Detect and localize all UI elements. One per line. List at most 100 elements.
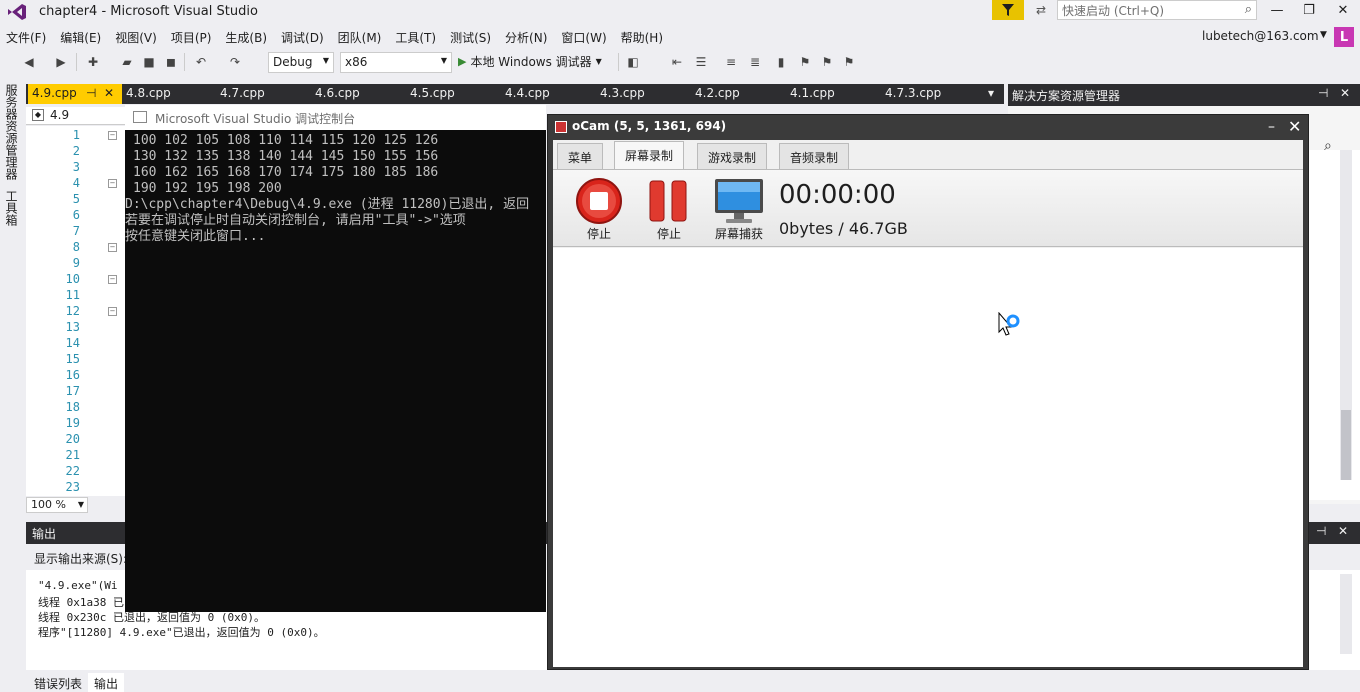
indent-icon[interactable]: ≡	[722, 53, 740, 71]
forward-icon[interactable]: ▶	[52, 53, 70, 71]
new-project-icon[interactable]: ✚	[84, 53, 102, 71]
browser-link-icon[interactable]: ◧	[624, 53, 642, 71]
menu-team[interactable]: 团队(M)	[332, 26, 388, 48]
start-debugging-button[interactable]: ▶ 本地 Windows 调试器 ▼	[458, 53, 602, 70]
step-over-icon[interactable]: ☰	[692, 53, 710, 71]
menu-debug[interactable]: 调试(D)	[275, 26, 330, 48]
open-folder-icon[interactable]: ▰	[118, 53, 136, 71]
minimize-button[interactable]: —	[1260, 0, 1294, 20]
ocam-tab-screen-record[interactable]: 屏幕录制	[614, 141, 685, 170]
outdent-icon[interactable]: ≣	[746, 53, 764, 71]
save-icon[interactable]: ■	[140, 53, 158, 71]
close-icon[interactable]: ✕	[104, 86, 114, 100]
screen-capture-icon[interactable]	[714, 178, 764, 227]
quick-launch-input[interactable]: 快速启动 (Ctrl+Q) ⌕	[1057, 0, 1257, 20]
undo-icon[interactable]: ↶	[192, 53, 210, 71]
tab-4-5-cpp[interactable]: 4.5.cpp	[406, 84, 459, 104]
console-window-icon	[133, 111, 147, 123]
save-all-icon[interactable]: ◼	[162, 53, 180, 71]
zoom-select[interactable]: 100 % ▼	[26, 497, 88, 513]
menu-test[interactable]: 测试(S)	[444, 26, 497, 48]
collapse-icon[interactable]: −	[108, 131, 117, 140]
output-scrollbar[interactable]	[1340, 574, 1352, 654]
next-bookmark-icon[interactable]: ⚑	[818, 53, 836, 71]
bookmark-icon[interactable]: ▮	[772, 53, 790, 71]
menu-help[interactable]: 帮助(H)	[615, 26, 669, 48]
line-number: 18	[65, 400, 80, 414]
close-button[interactable]: ✕	[1326, 0, 1360, 20]
ocam-title: oCam (5, 5, 1361, 694)	[572, 119, 727, 133]
tab-4-3-cpp[interactable]: 4.3.cpp	[596, 84, 649, 104]
search-icon: ⌕	[1244, 2, 1252, 17]
feedback-icon[interactable]: ⇄	[1031, 1, 1051, 19]
menu-analyze[interactable]: 分析(N)	[499, 26, 553, 48]
ocam-close-button[interactable]: ✕	[1288, 117, 1301, 136]
tab-4-7-cpp[interactable]: 4.7.cpp	[216, 84, 269, 104]
tab-4-8-cpp[interactable]: 4.8.cpp	[122, 84, 175, 104]
window-title: chapter4 - Microsoft Visual Studio	[39, 4, 258, 19]
pin-icon[interactable]: ⊣	[1318, 86, 1328, 100]
output-line: 线程 0x1a38 已	[38, 596, 124, 609]
collapse-icon[interactable]: −	[108, 307, 117, 316]
avatar[interactable]: L	[1334, 27, 1354, 47]
tab-error-list[interactable]: 错误列表	[28, 673, 88, 692]
prev-bookmark-icon[interactable]: ⚑	[796, 53, 814, 71]
close-icon[interactable]: ✕	[1338, 524, 1348, 538]
line-number: 21	[65, 448, 80, 462]
line-number: 15	[65, 352, 80, 366]
menu-project[interactable]: 项目(P)	[165, 26, 218, 48]
maximize-button[interactable]: ❐	[1292, 0, 1326, 20]
collapse-icon[interactable]: −	[108, 275, 117, 284]
pause-icon[interactable]	[648, 179, 690, 226]
redo-icon[interactable]: ↷	[226, 53, 244, 71]
clear-bookmarks-icon[interactable]: ⚑	[840, 53, 858, 71]
pin-icon[interactable]: ⊣	[1316, 524, 1326, 538]
pin-icon[interactable]: ⊣	[86, 86, 96, 100]
solution-tree[interactable]	[1308, 150, 1360, 500]
menu-bar: 文件(F) 编辑(E) 视图(V) 项目(P) 生成(B) 调试(D) 团队(M…	[0, 26, 1360, 48]
ocam-tab-audio-record[interactable]: 音频录制	[779, 143, 850, 169]
ocam-app-icon	[555, 121, 567, 133]
ocam-minimize-button[interactable]: –	[1268, 119, 1275, 135]
tab-4-7-3-cpp[interactable]: 4.7.3.cpp	[881, 84, 945, 104]
solution-explorer-header: 解决方案资源管理器 ⊣ ✕	[1008, 84, 1360, 106]
scrollbar-thumb[interactable]	[1341, 410, 1351, 480]
line-number: 16	[65, 368, 80, 382]
chevron-down-icon: ▼	[77, 500, 84, 509]
close-icon[interactable]: ✕	[1340, 86, 1350, 100]
server-explorer-tab[interactable]: 服务器资源管理器	[4, 84, 20, 180]
tab-4-9-cpp[interactable]: 4.9.cpp ⊣ ✕	[28, 84, 122, 104]
tab-overflow-icon[interactable]: ▾	[984, 84, 998, 104]
back-icon[interactable]: ◀	[20, 53, 38, 71]
record-stop-icon[interactable]	[575, 177, 623, 228]
collapse-icon[interactable]: −	[108, 243, 117, 252]
tab-label: 4.9.cpp	[32, 86, 77, 100]
collapse-icon[interactable]: −	[108, 179, 117, 188]
step-icon[interactable]: ⇤	[668, 53, 686, 71]
toolbox-tab[interactable]: 工具箱	[4, 190, 20, 226]
ocam-tab-menu[interactable]: 菜单	[557, 143, 604, 169]
tab-4-6-cpp[interactable]: 4.6.cpp	[311, 84, 364, 104]
debug-console-titlebar[interactable]: Microsoft Visual Studio 调试控制台	[125, 105, 546, 130]
console-line: 若要在调试停止时自动关闭控制台, 请启用"工具"->"选项	[125, 213, 466, 228]
tab-4-1-cpp[interactable]: 4.1.cpp	[786, 84, 839, 104]
menu-edit[interactable]: 编辑(E)	[54, 26, 107, 48]
tab-4-2-cpp[interactable]: 4.2.cpp	[691, 84, 744, 104]
configuration-select[interactable]: Debug ▼	[268, 52, 334, 73]
platform-select[interactable]: x86 ▼	[340, 52, 452, 73]
notifications-flag-icon[interactable]	[992, 0, 1024, 20]
account-name[interactable]: lubetech@163.com	[1202, 29, 1319, 43]
tab-output[interactable]: 输出	[88, 673, 125, 692]
screen-capture-label: 屏幕捕获	[714, 227, 763, 241]
tab-4-4-cpp[interactable]: 4.4.cpp	[501, 84, 554, 104]
menu-tools[interactable]: 工具(T)	[389, 26, 442, 48]
line-number: 13	[65, 320, 80, 334]
chevron-down-icon[interactable]: ▼	[1320, 30, 1327, 40]
menu-build[interactable]: 生成(B)	[219, 26, 273, 48]
console-line: 130 132 135 138 140 144 145 150 155 156	[133, 149, 439, 164]
chevron-down-icon: ▼	[322, 56, 329, 65]
menu-window[interactable]: 窗口(W)	[555, 26, 612, 48]
menu-view[interactable]: 视图(V)	[109, 26, 163, 48]
ocam-tab-game-record[interactable]: 游戏录制	[697, 143, 768, 169]
menu-file[interactable]: 文件(F)	[0, 26, 52, 48]
